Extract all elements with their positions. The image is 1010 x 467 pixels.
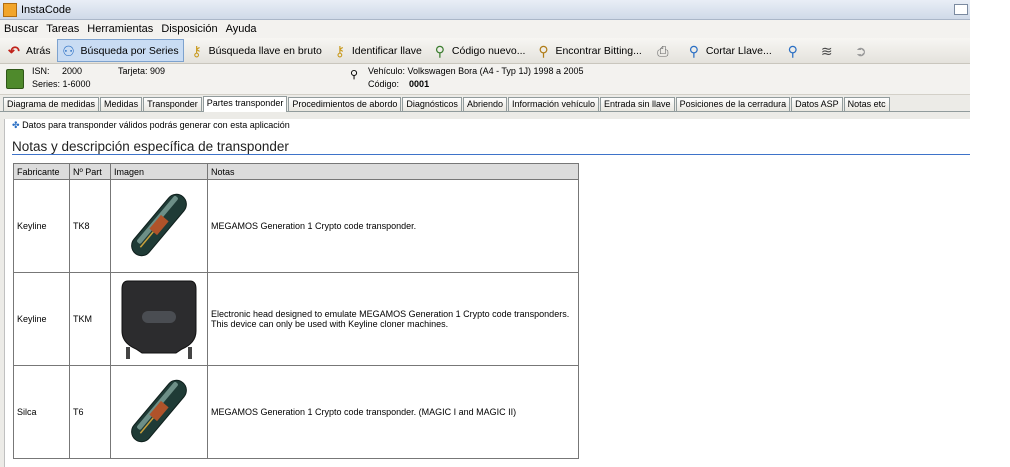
menu-disposicion[interactable]: Disposición [161, 23, 217, 35]
key-head-icon [121, 280, 197, 359]
info-bar: ISN: 2000 Series: 1-6000 Tarjeta: 909 ⚲ … [0, 64, 970, 95]
cell-part: T6 [69, 365, 111, 459]
cut-key-button[interactable]: ⚲ Cortar Llave... [682, 39, 777, 62]
table-row: Keyline TKM Electronic head designed to … [13, 272, 579, 366]
glass-transponder-icon [131, 193, 187, 257]
binoculars-icon: ⚇ [62, 42, 75, 59]
tab-posiciones-cerradura[interactable]: Posiciones de la cerradura [675, 97, 791, 111]
identify-key-button[interactable]: ⚷ Identificar llave [328, 39, 427, 62]
menu-buscar[interactable]: Buscar [4, 23, 38, 35]
tab-procedimientos[interactable]: Procedimientos de abordo [288, 97, 402, 111]
tab-partes-transponder[interactable]: Partes transponder [202, 96, 288, 112]
menu-ayuda[interactable]: Ayuda [226, 23, 257, 35]
menu-bar: Buscar Tareas Herramientas Disposición A… [0, 20, 970, 38]
glass-transponder-image [110, 365, 208, 459]
back-button[interactable]: ↶ Atrás [2, 39, 56, 62]
find-bitting-button[interactable]: ⚲ Encontrar Bitting... [531, 39, 646, 62]
app-icon [3, 2, 17, 17]
tab-medidas[interactable]: Medidas [100, 97, 143, 111]
table-header-row: Fabricante Nº Part Imagen Notas [13, 163, 579, 180]
cut-key-icon: ⚲ [688, 42, 699, 59]
car-icon: ⚲ [350, 69, 359, 81]
search-x-icon: ⚲ [787, 42, 798, 59]
vehicle-info: Vehículo: Volkswagen Bora (A4 - Typ 1J) … [368, 66, 584, 89]
tab-notas-etc[interactable]: Notas etc [843, 97, 890, 111]
tab-transponder[interactable]: Transponder [143, 97, 202, 111]
key-icon: ⚷ [334, 42, 345, 59]
col-part: Nº Part [69, 163, 111, 180]
note-icon: ✤ [12, 120, 20, 130]
tab-entrada-sin-llave[interactable]: Entrada sin llave [600, 97, 675, 111]
minimize-button[interactable] [954, 4, 968, 15]
glass-transponder-image [110, 179, 208, 273]
transponder-button[interactable]: ≋ [812, 39, 845, 62]
tab-strip: Diagrama de medidas Medidas Transponder … [0, 95, 970, 112]
col-notas: Notas [207, 163, 579, 180]
tab-datos-asp[interactable]: Datos ASP [791, 97, 843, 111]
search-clear-button[interactable]: ⚲ [778, 39, 811, 62]
key-head-image [110, 272, 208, 366]
tab-informacion-vehiculo[interactable]: Información vehículo [507, 97, 600, 111]
valid-data-note: ✤ Datos para transponder válidos podrás … [12, 120, 290, 130]
magnifier-icon: ⚲ [434, 42, 446, 59]
forward-button[interactable]: ➲ [846, 39, 879, 62]
glass-transponder-icon [131, 379, 187, 443]
cell-maker: Silca [13, 365, 70, 459]
section-title: Notas y descripción específica de transp… [12, 139, 289, 154]
book-icon [6, 69, 24, 89]
toolbar: ↶ Atrás ⚇ Búsqueda por Series ⚷ Búsqueda… [0, 38, 970, 64]
signal-icon: ≋ [820, 42, 833, 59]
print-button[interactable]: ⎙ [648, 39, 681, 62]
cell-notes: Electronic head designed to emulate MEGA… [207, 272, 579, 366]
cell-part: TK8 [69, 179, 111, 273]
printer-icon: ⎙ [657, 42, 669, 59]
title-bar: InstaCode [0, 0, 970, 20]
table-row: Silca T6 MEGAMOS Generation 1 Crypto cod… [13, 365, 579, 459]
search-key-icon: ⚲ [538, 42, 549, 59]
card-info: Tarjeta: 909 [118, 66, 166, 76]
cell-part: TKM [69, 272, 111, 366]
cell-maker: Keyline [13, 179, 70, 273]
menu-tareas[interactable]: Tareas [46, 23, 79, 35]
content-panel: ✤ Datos para transponder válidos podrás … [4, 119, 970, 467]
isn-info: ISN: 2000 Series: 1-6000 [32, 66, 91, 89]
cell-maker: Keyline [13, 272, 70, 366]
blank-area [970, 0, 1010, 467]
cell-notes: MEGAMOS Generation 1 Crypto code transpo… [207, 179, 579, 273]
transponder-parts-table: Fabricante Nº Part Imagen Notas Keyline … [13, 163, 579, 459]
table-row: Keyline TK8 MEGAMOS Generation 1 Crypto … [13, 179, 579, 273]
tab-diagnosticos[interactable]: Diagnósticos [402, 97, 462, 111]
col-fabricante: Fabricante [13, 163, 70, 180]
title-rule [12, 154, 970, 155]
keys-icon: ⚷ [191, 42, 202, 59]
tab-abriendo[interactable]: Abriendo [462, 97, 507, 111]
search-series-button[interactable]: ⚇ Búsqueda por Series [56, 39, 184, 62]
menu-herramientas[interactable]: Herramientas [87, 23, 153, 35]
back-arrow-icon: ↶ [8, 42, 20, 59]
forward-circle-icon: ➲ [854, 42, 867, 59]
new-code-button[interactable]: ⚲ Código nuevo... [428, 39, 531, 62]
cell-notes: MEGAMOS Generation 1 Crypto code transpo… [207, 365, 579, 459]
brute-force-search-button[interactable]: ⚷ Búsqueda llave en bruto [185, 39, 327, 62]
window-title: InstaCode [21, 3, 72, 16]
tab-diagrama-medidas[interactable]: Diagrama de medidas [3, 97, 100, 111]
col-imagen: Imagen [110, 163, 208, 180]
app-window: InstaCode Buscar Tareas Herramientas Dis… [0, 0, 970, 467]
